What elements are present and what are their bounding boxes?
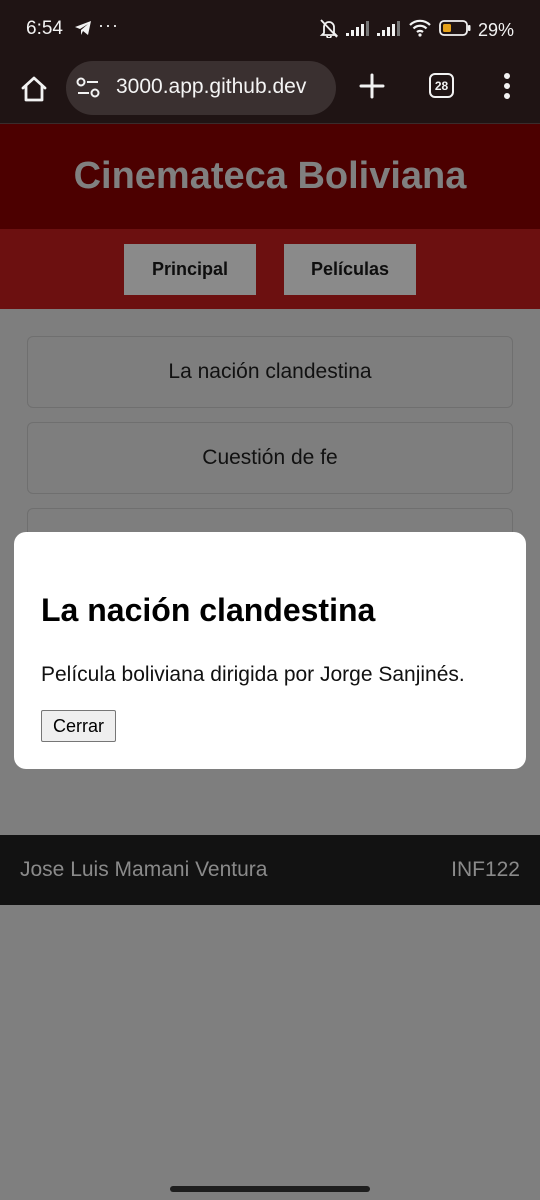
site-title: Cinemateca Boliviana xyxy=(73,155,467,197)
more-icon: ··· xyxy=(98,15,119,35)
wifi-icon xyxy=(408,19,432,42)
browser-toolbar: 3000.app.github.dev 28 xyxy=(0,60,540,124)
modal-description: Película boliviana dirigida por Jorge Sa… xyxy=(41,663,465,686)
battery-percent: 29% xyxy=(477,19,514,40)
site-nav: Principal Películas xyxy=(0,229,540,309)
close-button[interactable]: Cerrar xyxy=(41,710,116,742)
footer-course: INF122 xyxy=(451,858,520,881)
site-settings-icon[interactable] xyxy=(76,77,100,104)
battery-icon xyxy=(439,19,471,42)
site-header: Cinemateca Boliviana xyxy=(0,124,540,229)
status-icons: 29% xyxy=(319,18,514,42)
page-background xyxy=(0,905,540,1200)
tab-switcher-button[interactable]: 28 xyxy=(429,73,454,98)
status-time: 6:54 xyxy=(26,18,63,39)
mute-icon xyxy=(319,18,339,43)
nav-peliculas-button[interactable]: Películas xyxy=(284,244,416,295)
new-tab-icon[interactable] xyxy=(358,72,386,100)
site-footer: Jose Luis Mamani Ventura INF122 xyxy=(0,835,540,905)
status-bar: 6:54 ··· 29% xyxy=(0,0,540,60)
signal-icon xyxy=(345,20,370,41)
modal-title: La nación clandestina xyxy=(41,592,376,628)
signal-icon xyxy=(376,20,401,41)
home-icon[interactable] xyxy=(18,73,50,105)
footer-author: Jose Luis Mamani Ventura xyxy=(20,858,268,881)
telegram-icon xyxy=(74,20,92,41)
overflow-menu-icon[interactable] xyxy=(500,72,514,100)
url-text[interactable]: 3000.app.github.dev xyxy=(116,75,306,99)
movie-item[interactable]: Cuestión de fe xyxy=(27,422,513,494)
gesture-navigation-bar[interactable] xyxy=(170,1186,370,1192)
movie-item[interactable]: La nación clandestina xyxy=(27,336,513,408)
movie-modal: La nación clandestina Película boliviana… xyxy=(14,532,526,769)
nav-principal-button[interactable]: Principal xyxy=(124,244,256,295)
address-bar[interactable]: 3000.app.github.dev xyxy=(66,61,336,115)
